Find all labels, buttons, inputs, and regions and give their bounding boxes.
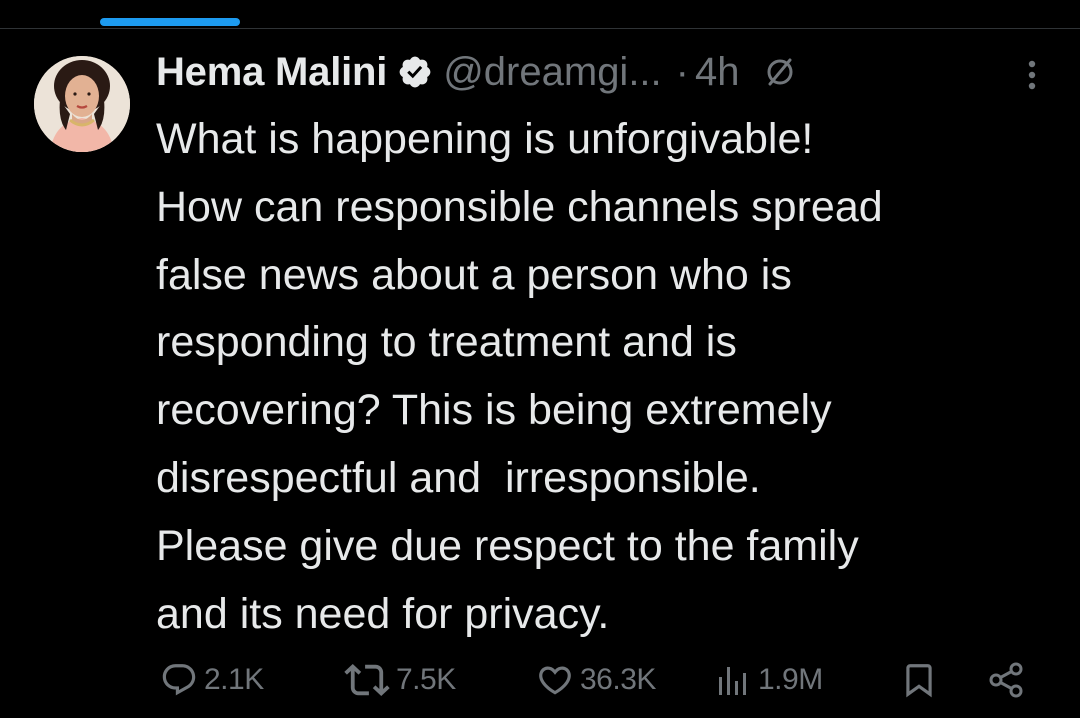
views-bar-chart-icon <box>716 661 752 699</box>
views-count: 1.9M <box>758 663 823 696</box>
bookmark-button[interactable] <box>900 650 938 710</box>
tweet-text-line: and its need for privacy. <box>156 589 610 638</box>
views-button[interactable]: 1.9M <box>716 650 823 710</box>
like-button[interactable]: 36.3K <box>536 650 656 710</box>
active-tab-indicator <box>100 18 240 26</box>
circle-slash-icon <box>762 54 798 90</box>
share-icon <box>986 660 1026 700</box>
reply-count: 2.1K <box>204 663 264 696</box>
retweet-icon <box>344 661 390 699</box>
like-count: 36.3K <box>580 663 656 696</box>
tweet-text-line: recovering? This is being extremely <box>156 386 832 435</box>
tweet-header: Hema Malini @dreamgi... · 4h <box>156 42 798 102</box>
verified-badge-icon <box>397 54 433 90</box>
more-vertical-icon[interactable] <box>1018 58 1046 92</box>
separator-dot: · <box>675 49 689 94</box>
tweet-text-line: Please give due respect to the family <box>156 521 859 570</box>
tweet-text: What is happening is unforgivable! How c… <box>156 106 1056 648</box>
bookmark-icon <box>900 660 938 700</box>
tweet-text-line: How can responsible channels spread <box>156 182 883 231</box>
reply-icon <box>160 661 198 699</box>
avatar[interactable] <box>34 56 130 152</box>
top-tab-bar <box>0 0 1080 29</box>
retweet-count: 7.5K <box>396 663 456 696</box>
tweet-text-line: What is happening is unforgivable! <box>156 115 814 163</box>
avatar-image <box>34 56 130 152</box>
tweet-text-line: false news about a person who is <box>156 250 792 299</box>
author-handle[interactable]: @dreamgi... <box>443 50 661 95</box>
author-name[interactable]: Hema Malini <box>156 50 387 95</box>
tweet-text-line: disrespectful and irresponsible. <box>156 453 761 502</box>
share-button[interactable] <box>986 650 1026 710</box>
retweet-button[interactable]: 7.5K <box>344 650 456 710</box>
reply-button[interactable]: 2.1K <box>160 650 264 710</box>
tweet-text-line: responding to treatment and is <box>156 318 737 367</box>
tweet-actions: 2.1K 7.5K 36.3K 1.9M <box>0 650 1080 710</box>
timestamp[interactable]: 4h <box>695 50 740 95</box>
heart-icon <box>536 661 574 699</box>
